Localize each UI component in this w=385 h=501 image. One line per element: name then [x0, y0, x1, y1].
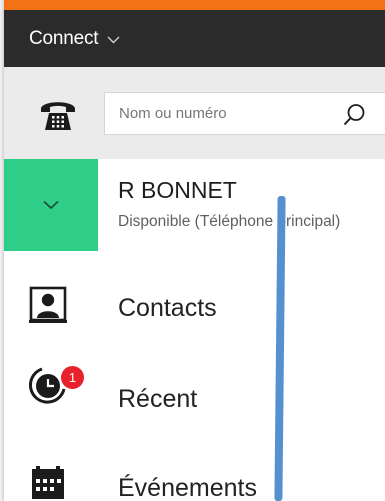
connect-window: Connect Nom ou numéro R BONNET Disponibl…	[4, 0, 385, 501]
dialpad-phone-icon[interactable]	[38, 96, 78, 132]
nav-item-events[interactable]: Événements	[4, 446, 385, 501]
nav-label-events: Événements	[118, 474, 257, 501]
accent-bar	[4, 0, 385, 10]
search-input[interactable]	[119, 93, 319, 134]
nav-label-contacts: Contacts	[118, 294, 217, 322]
search-icon[interactable]	[342, 103, 366, 127]
nav-item-recent[interactable]: Récent	[4, 351, 385, 427]
calendar-icon	[28, 466, 68, 501]
search-box	[104, 92, 385, 135]
user-presence-panel: R BONNET Disponible (Téléphone principal…	[4, 159, 385, 275]
app-menu-button[interactable]: Connect	[29, 28, 120, 50]
contact-card-icon	[28, 285, 68, 325]
nav-item-contacts[interactable]: Contacts	[4, 275, 385, 351]
search-bar	[4, 67, 385, 159]
title-bar: Connect	[4, 10, 385, 67]
chevron-down-icon	[43, 200, 59, 210]
expand-presence-button[interactable]	[4, 159, 98, 251]
chevron-down-icon	[107, 36, 120, 44]
app-title: Connect	[29, 27, 99, 49]
nav-label-recent: Récent	[118, 385, 198, 413]
presence-status: Disponible (Téléphone principal)	[118, 213, 341, 230]
notification-badge: 1	[61, 366, 84, 389]
user-name: R BONNET	[118, 177, 237, 203]
